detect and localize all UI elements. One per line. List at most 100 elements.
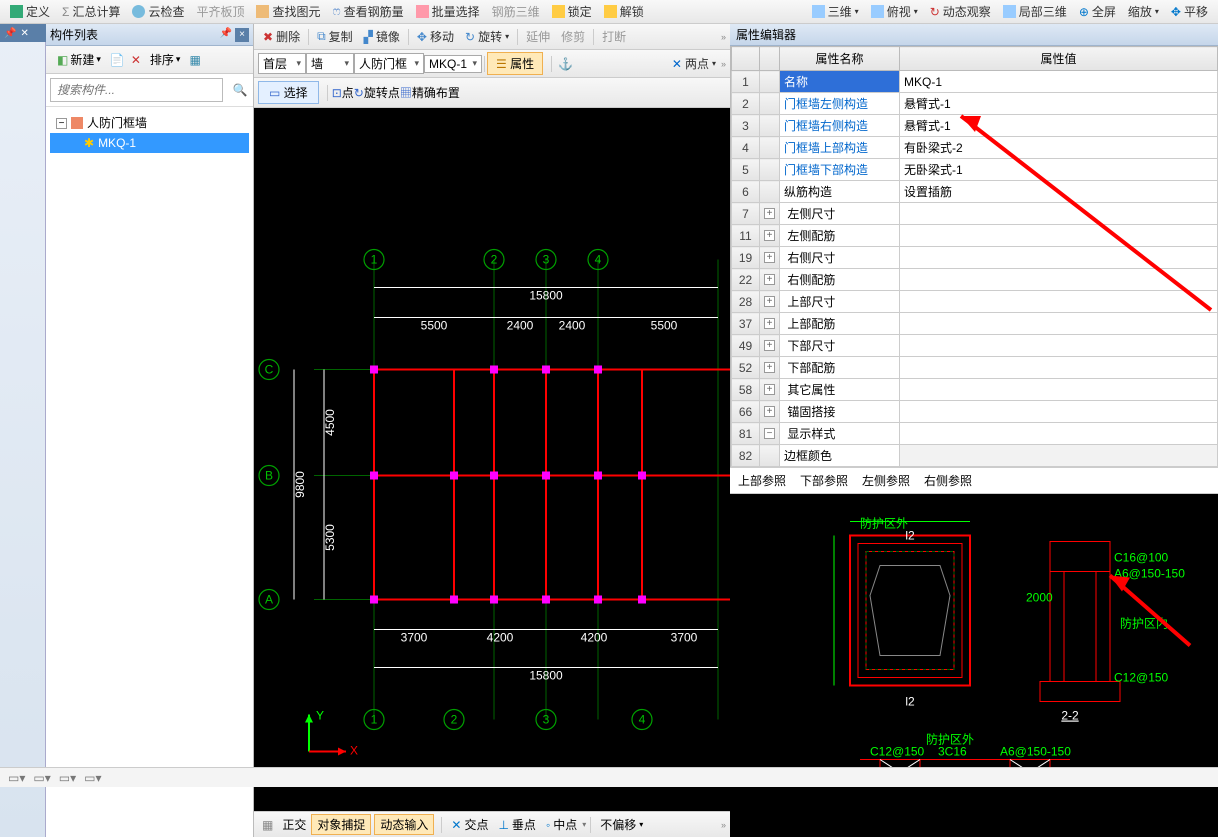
rotate-cmd[interactable]: ↻旋转▾ bbox=[460, 26, 514, 47]
aggregate-btn[interactable]: Σ汇总计算 bbox=[56, 1, 126, 22]
dock-close-icon[interactable]: ✕ bbox=[20, 28, 28, 39]
type-combo[interactable]: 人防门框▾ bbox=[354, 53, 424, 74]
tab-right-ref[interactable]: 右侧参照 bbox=[924, 472, 972, 489]
row-expander[interactable]: + bbox=[760, 357, 780, 379]
property-row[interactable]: 7+ 左侧尺寸 bbox=[732, 203, 1218, 225]
property-row[interactable]: 82边框颜色 bbox=[732, 445, 1218, 467]
tab-left-ref[interactable]: 左侧参照 bbox=[862, 472, 910, 489]
tree-item-mkq1[interactable]: ✱ MKQ-1 bbox=[50, 133, 249, 153]
property-row[interactable]: 11+ 左侧配筋 bbox=[732, 225, 1218, 247]
search-input[interactable] bbox=[50, 78, 223, 102]
mid-snap[interactable]: ◦中点 bbox=[541, 815, 582, 834]
grid-toggle-icon[interactable]: ▦ bbox=[258, 818, 277, 832]
move-cmd[interactable]: ✥移动 bbox=[412, 26, 459, 47]
floor-combo[interactable]: 首层▾ bbox=[258, 53, 306, 74]
expander-icon[interactable]: − bbox=[56, 118, 67, 129]
break-cmd[interactable]: 打断 bbox=[597, 26, 631, 47]
property-value[interactable] bbox=[900, 357, 1218, 379]
rebar-qty-btn[interactable]: ෆ查看钢筋量 bbox=[327, 1, 410, 22]
nooffset-btn[interactable]: 不偏移▾ bbox=[595, 815, 648, 834]
property-value[interactable] bbox=[900, 291, 1218, 313]
tab-bottom-ref[interactable]: 下部参照 bbox=[800, 472, 848, 489]
row-expander[interactable]: + bbox=[760, 291, 780, 313]
property-value[interactable]: MKQ-1 bbox=[900, 71, 1218, 93]
batch-select-btn[interactable]: 批量选择 bbox=[410, 1, 486, 22]
filter-icon[interactable]: ▦ bbox=[187, 51, 202, 69]
tab-top-ref[interactable]: 上部参照 bbox=[738, 472, 786, 489]
property-value[interactable] bbox=[900, 247, 1218, 269]
drawing-canvas[interactable]: 1 2 3 4 1234 C B A bbox=[254, 108, 730, 811]
dyninput-toggle[interactable]: 动态输入 bbox=[374, 814, 434, 835]
mirror-cmd[interactable]: ▞镜像 bbox=[359, 26, 405, 47]
attr-button[interactable]: ☰ 属性 bbox=[487, 52, 543, 75]
copy-cmd[interactable]: ⧉复制 bbox=[312, 26, 358, 47]
pin-icon[interactable]: 📌 bbox=[220, 28, 232, 42]
row-expander[interactable]: − bbox=[760, 423, 780, 445]
fullscreen-btn[interactable]: ⊕全屏 bbox=[1073, 1, 1122, 22]
twopoint-btn[interactable]: ✕两点▾ bbox=[667, 53, 721, 74]
name-combo[interactable]: MKQ-1▾ bbox=[424, 55, 482, 73]
property-row[interactable]: 28+ 上部尺寸 bbox=[732, 291, 1218, 313]
property-row[interactable]: 49+ 下部尺寸 bbox=[732, 335, 1218, 357]
toolbar-overflow-icon-3[interactable]: » bbox=[721, 820, 726, 830]
property-value[interactable] bbox=[900, 335, 1218, 357]
property-row[interactable]: 4门框墙上部构造有卧梁式-2 bbox=[732, 137, 1218, 159]
row-expander[interactable]: + bbox=[760, 335, 780, 357]
row-expander[interactable]: + bbox=[760, 401, 780, 423]
property-row[interactable]: 66+ 锚固搭接 bbox=[732, 401, 1218, 423]
rotpoint-btn[interactable]: ↻旋转点 bbox=[354, 84, 400, 101]
property-row[interactable]: 19+ 右侧尺寸 bbox=[732, 247, 1218, 269]
property-row[interactable]: 81− 显示样式 bbox=[732, 423, 1218, 445]
rebar3d-btn[interactable]: 钢筋三维 bbox=[486, 1, 546, 22]
property-row[interactable]: 52+ 下部配筋 bbox=[732, 357, 1218, 379]
point-btn[interactable]: ⊡点 bbox=[332, 84, 354, 101]
copy-icon[interactable]: 📄 bbox=[108, 51, 127, 69]
zoom-btn[interactable]: 缩放▾ bbox=[1122, 1, 1165, 22]
property-value[interactable]: 设置插筋 bbox=[900, 181, 1218, 203]
property-row[interactable]: 6纵筋构造设置插筋 bbox=[732, 181, 1218, 203]
category-combo[interactable]: 墙▾ bbox=[306, 53, 354, 74]
property-value[interactable] bbox=[900, 401, 1218, 423]
property-row[interactable]: 58+ 其它属性 bbox=[732, 379, 1218, 401]
row-expander[interactable]: + bbox=[760, 269, 780, 291]
unlock-btn[interactable]: 解锁 bbox=[598, 1, 650, 22]
delete-cmd[interactable]: ✖删除 bbox=[258, 26, 305, 47]
row-expander[interactable]: + bbox=[760, 313, 780, 335]
property-value[interactable]: 无卧梁式-1 bbox=[900, 159, 1218, 181]
property-row[interactable]: 5门框墙下部构造无卧梁式-1 bbox=[732, 159, 1218, 181]
new-drop[interactable]: ◧新建▾ bbox=[52, 49, 106, 70]
define-btn[interactable]: 定义 bbox=[4, 1, 56, 22]
property-value[interactable] bbox=[900, 313, 1218, 335]
property-row[interactable]: 22+ 右侧配筋 bbox=[732, 269, 1218, 291]
row-expander[interactable]: + bbox=[760, 379, 780, 401]
property-value[interactable] bbox=[900, 269, 1218, 291]
property-value[interactable]: 悬臂式-1 bbox=[900, 93, 1218, 115]
property-value[interactable] bbox=[900, 423, 1218, 445]
close-icon[interactable]: × bbox=[235, 28, 249, 42]
property-value[interactable]: 悬臂式-1 bbox=[900, 115, 1218, 137]
property-row[interactable]: 1名称MKQ-1 bbox=[732, 71, 1218, 93]
toolbar-overflow-icon-2[interactable]: » bbox=[721, 59, 726, 69]
property-value[interactable] bbox=[900, 225, 1218, 247]
view3d-btn[interactable]: 三维▾ bbox=[806, 1, 865, 22]
property-value[interactable]: 有卧梁式-2 bbox=[900, 137, 1218, 159]
trim-cmd[interactable]: 修剪 bbox=[556, 26, 590, 47]
select-button[interactable]: ▭ 选择 bbox=[258, 81, 319, 104]
osnap-toggle[interactable]: 对象捕捉 bbox=[311, 814, 371, 835]
row-expander[interactable]: + bbox=[760, 203, 780, 225]
find-btn[interactable]: 查找图元 bbox=[250, 1, 326, 22]
ortho-toggle[interactable]: 正交 bbox=[277, 815, 311, 834]
level-btn[interactable]: 平齐板顶 bbox=[190, 1, 250, 22]
anchor-icon[interactable]: ⚓ bbox=[554, 57, 577, 71]
property-row[interactable]: 2门框墙左侧构造悬臂式-1 bbox=[732, 93, 1218, 115]
property-value[interactable] bbox=[900, 445, 1218, 467]
intersection-snap[interactable]: ✕交点 bbox=[446, 815, 493, 834]
property-value[interactable] bbox=[900, 379, 1218, 401]
search-icon[interactable]: 🔍 bbox=[227, 74, 253, 106]
property-row[interactable]: 37+ 上部配筋 bbox=[732, 313, 1218, 335]
sort-drop[interactable]: 排序▾ bbox=[145, 49, 186, 70]
lock-btn[interactable]: 锁定 bbox=[546, 1, 598, 22]
toolbar-overflow-icon[interactable]: » bbox=[721, 32, 726, 42]
dock-pin-icon[interactable]: 📌 bbox=[4, 28, 16, 39]
tree-root[interactable]: − 人防门框墙 bbox=[50, 113, 249, 133]
